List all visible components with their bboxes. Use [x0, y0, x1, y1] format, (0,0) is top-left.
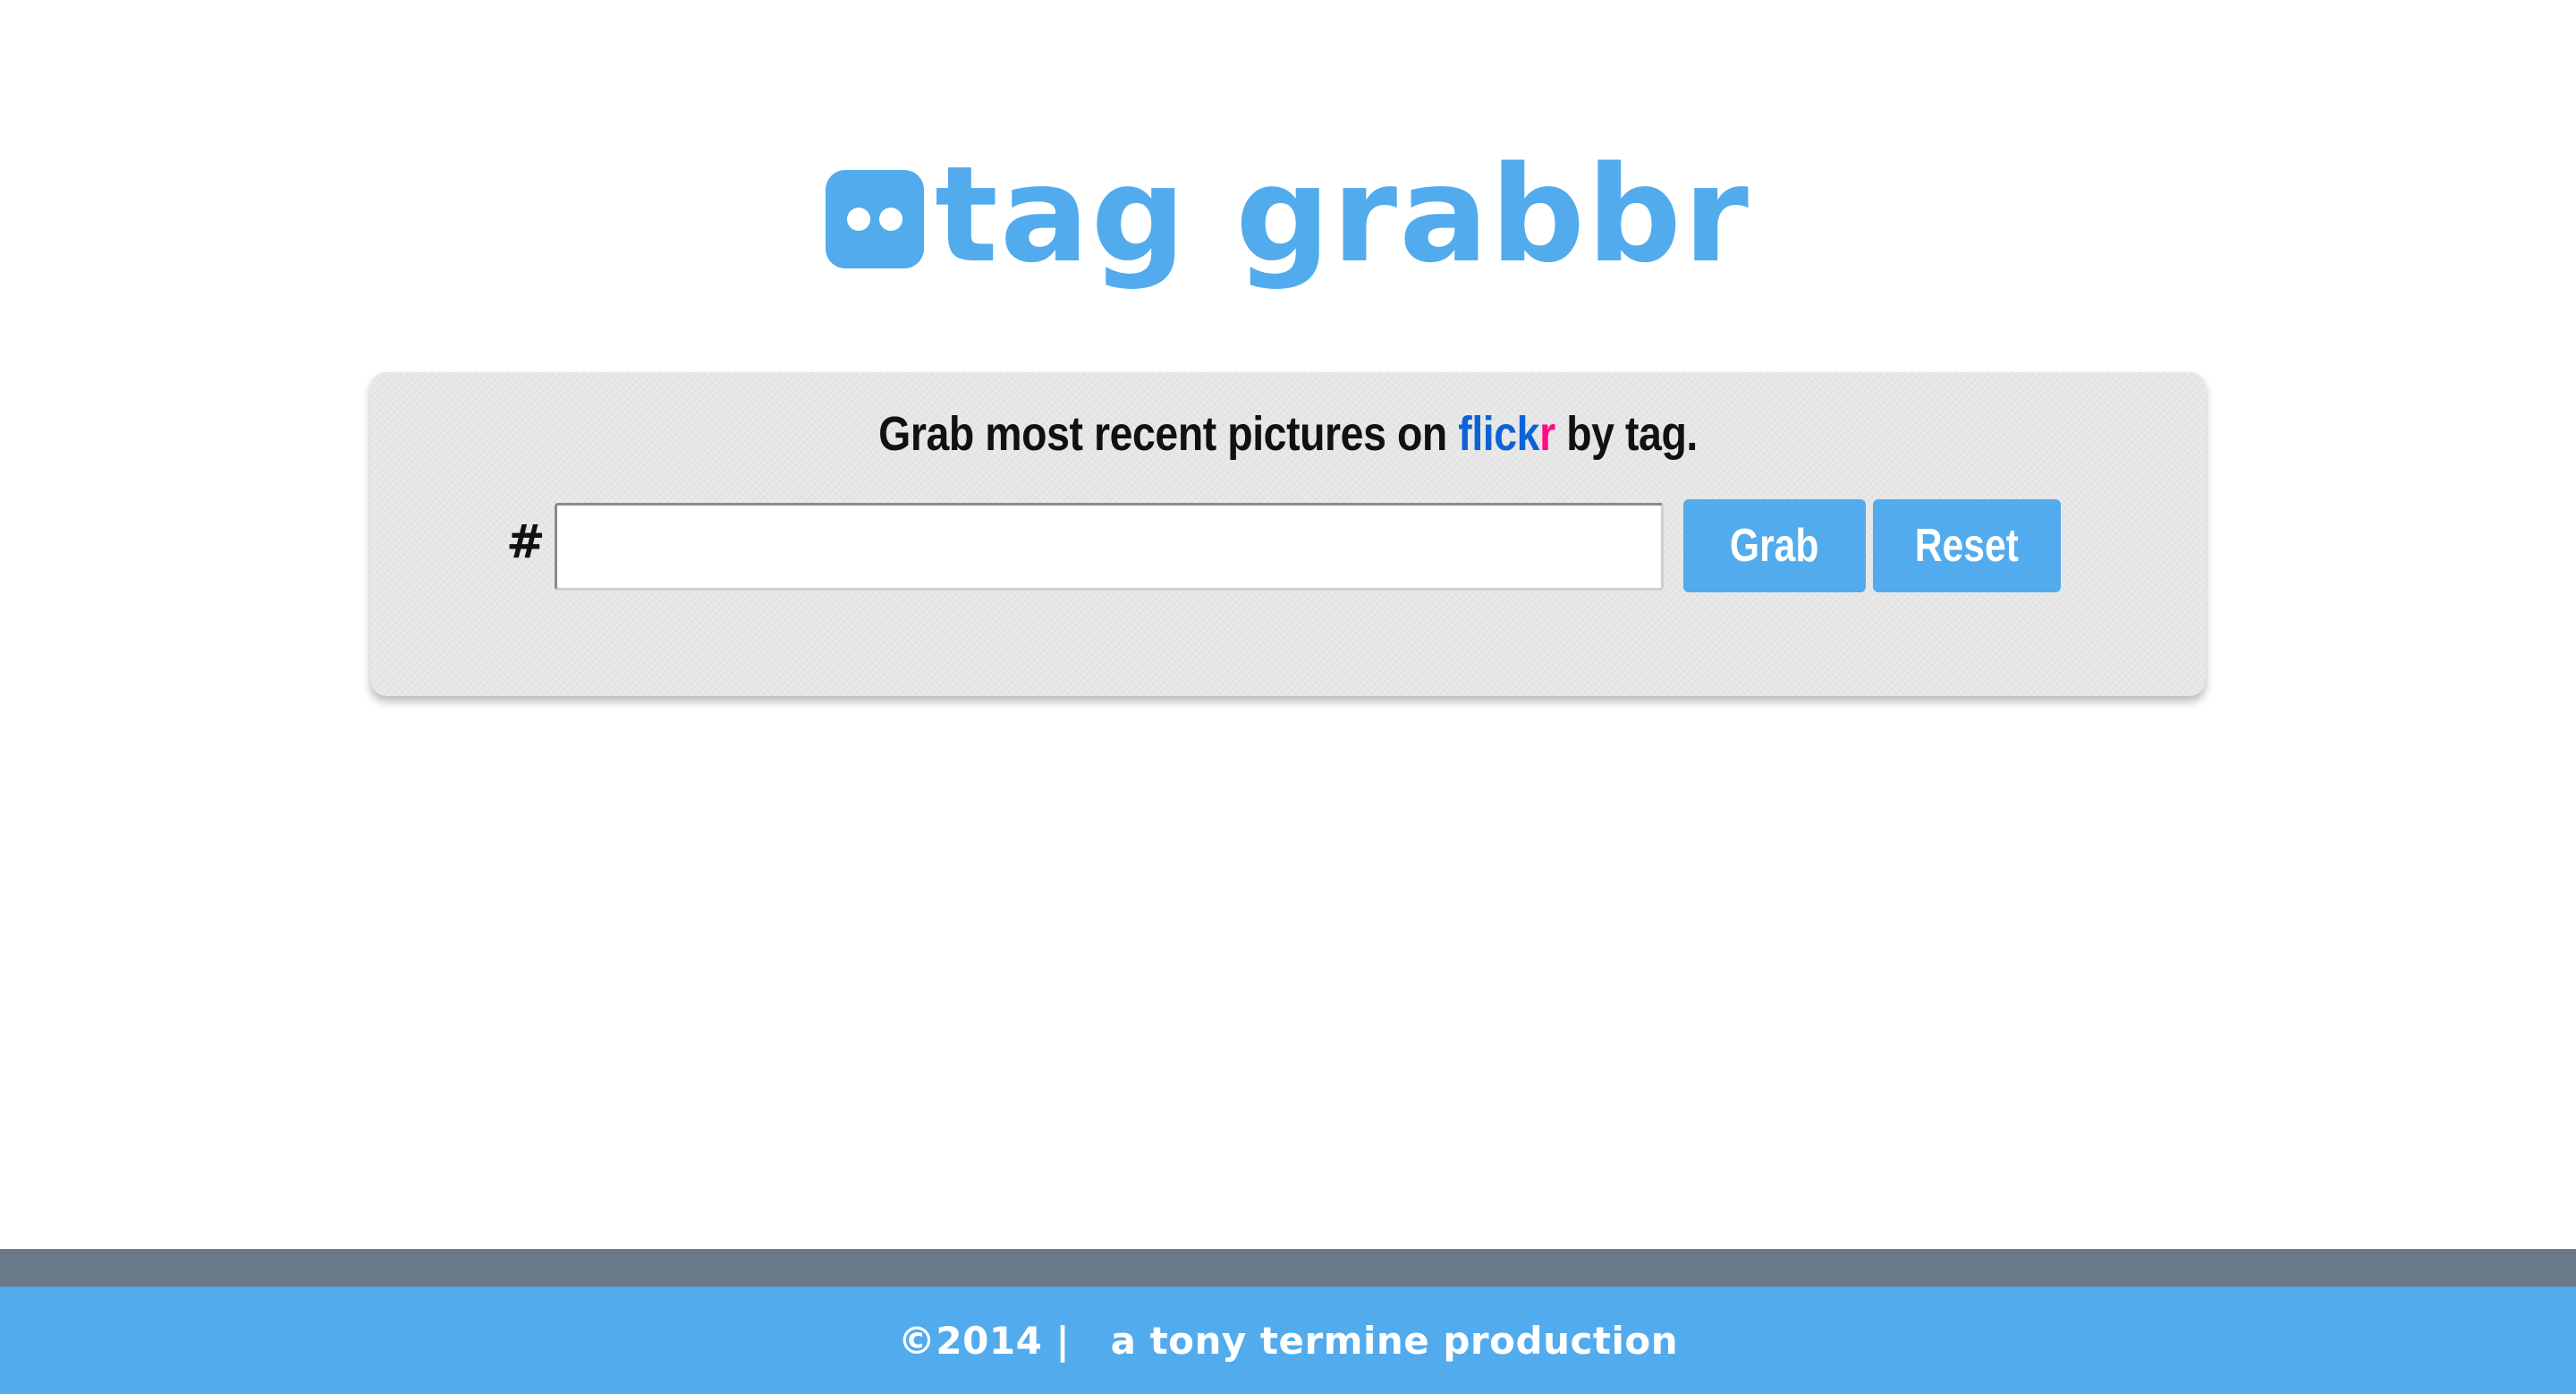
- page: tag grabbr Grab most recent pictures on …: [0, 0, 2576, 1394]
- hash-label: #: [506, 515, 546, 569]
- headline-suffix: by tag.: [1555, 407, 1698, 461]
- footer: ©2014 | a tony termine production: [0, 1287, 2576, 1394]
- headline-prefix: Grab most recent pictures on: [878, 407, 1459, 461]
- flickr-logo-icon: [826, 170, 925, 268]
- footer-copyright: ©2014 | a tony termine production: [897, 1318, 1679, 1363]
- search-panel: Grab most recent pictures on flickr by t…: [370, 372, 2206, 696]
- grab-button[interactable]: Grab: [1683, 499, 1866, 592]
- headline: Grab most recent pictures on flickr by t…: [499, 406, 2078, 462]
- logo-text: tag grabbr: [935, 138, 1750, 292]
- flickr-link-text-r: r: [1539, 407, 1555, 461]
- flickr-link-text: flick: [1458, 407, 1540, 461]
- logo-wrapper: tag grabbr: [826, 149, 1750, 281]
- reset-button[interactable]: Reset: [1873, 499, 2061, 592]
- logo-dot-right: [879, 208, 903, 231]
- tag-input[interactable]: [555, 503, 1664, 591]
- logo-dot-left: [847, 208, 871, 231]
- grab-button-label: Grab: [1730, 520, 1819, 572]
- footer-divider-band: [0, 1249, 2576, 1287]
- reset-button-label: Reset: [1914, 520, 2020, 572]
- logo: tag grabbr: [0, 134, 2576, 295]
